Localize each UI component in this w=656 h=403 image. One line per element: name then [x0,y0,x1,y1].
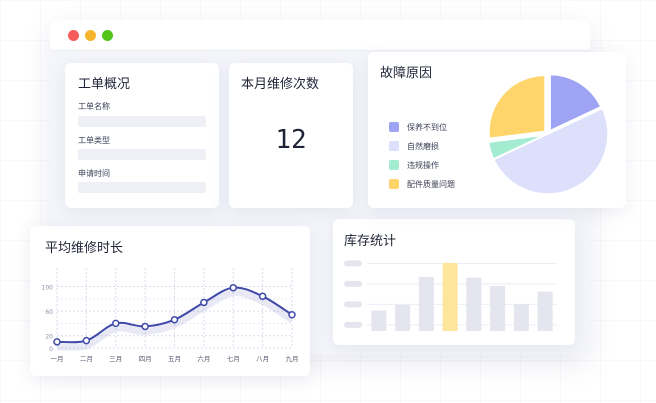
y-tick-placeholder [344,280,362,287]
x-tick-label: 八月 [256,355,269,363]
legend-swatch [389,141,399,151]
stock-bar [490,285,506,331]
stock-bar [466,277,482,331]
stock-bar [537,291,553,331]
data-point [82,336,91,345]
apply-time-label: 申请时间 [78,169,110,178]
x-tick-label: 七月 [227,354,240,363]
repair-count-value: 12 [275,125,307,155]
avg-repair-time-card: 平均维修时长 0 20 60 100 一月 二月 三月 四月 五月 六月 七月 八月 九月 [30,226,310,376]
legend-label: 自然磨损 [407,141,439,151]
repair-count-card: 本月维修次数 12 [229,63,353,208]
close-dot[interactable] [68,30,79,41]
legend-label: 保养不到位 [407,122,447,132]
pie-slice [488,74,546,140]
legend-swatch [389,122,399,132]
y-tick-placeholder [344,321,362,328]
order-name-label: 工单名称 [78,102,110,111]
data-point [141,322,149,331]
order-type-field[interactable] [78,149,206,160]
stock-bar [395,304,411,331]
legend-item: 违规操作 [389,159,439,171]
legend-label: 配件质量问题 [407,179,455,189]
minimize-dot[interactable] [85,30,96,41]
data-point [170,315,179,324]
data-point [229,283,237,292]
fault-reason-title: 故障原因 [380,66,433,81]
legend-swatch [389,160,399,170]
line-grid [56,268,293,349]
y-tick-label: 60 [45,309,53,316]
order-name-field[interactable] [78,116,206,127]
y-tick-label: 0 [49,346,53,353]
window-titlebar [50,20,590,51]
data-point [112,319,120,328]
order-type-label: 工单类型 [78,136,110,145]
legend-item: 配件质量问题 [389,178,455,190]
x-tick-label: 四月 [139,355,152,363]
y-tick-placeholder [344,260,362,267]
avg-repair-time-line-chart: 0 20 60 100 一月 二月 三月 四月 五月 六月 七月 八月 九月 [42,268,299,363]
x-tick-label: 九月 [286,354,299,363]
stock-bar [418,276,434,331]
y-tick-label: 100 [42,284,54,291]
data-point [258,292,267,301]
fault-reason-card: 故障原因 保养不到位自然磨损违规操作配件质量问题 [368,52,626,208]
apply-time-field[interactable] [78,182,206,193]
stock-bar [442,262,458,331]
stock-bar [371,310,387,331]
stock-card: 库存统计 [333,219,575,345]
x-tick-label: 二月 [80,355,93,363]
x-tick-label: 六月 [197,354,210,363]
y-tick-label: 20 [45,334,53,341]
y-tick-placeholder [344,301,362,308]
data-point [200,298,208,307]
data-point [288,311,296,319]
maximize-dot[interactable] [102,30,113,41]
stock-bar-chart [344,260,557,331]
x-tick-label: 一月 [51,355,64,363]
legend-label: 违规操作 [407,160,439,170]
order-overview-card: 工单概况 工单名称 工单类型 申请时间 [65,63,219,208]
data-point [53,338,61,346]
stock-bar [513,303,529,331]
x-tick-label: 三月 [109,355,122,363]
fault-pie-chart [487,73,609,195]
order-overview-title: 工单概况 [78,77,131,92]
legend-swatch [389,179,399,189]
x-tick-label: 五月 [168,355,181,363]
repair-count-title: 本月维修次数 [241,77,320,92]
legend-item: 自然磨损 [389,140,439,152]
legend-item: 保养不到位 [389,121,447,133]
